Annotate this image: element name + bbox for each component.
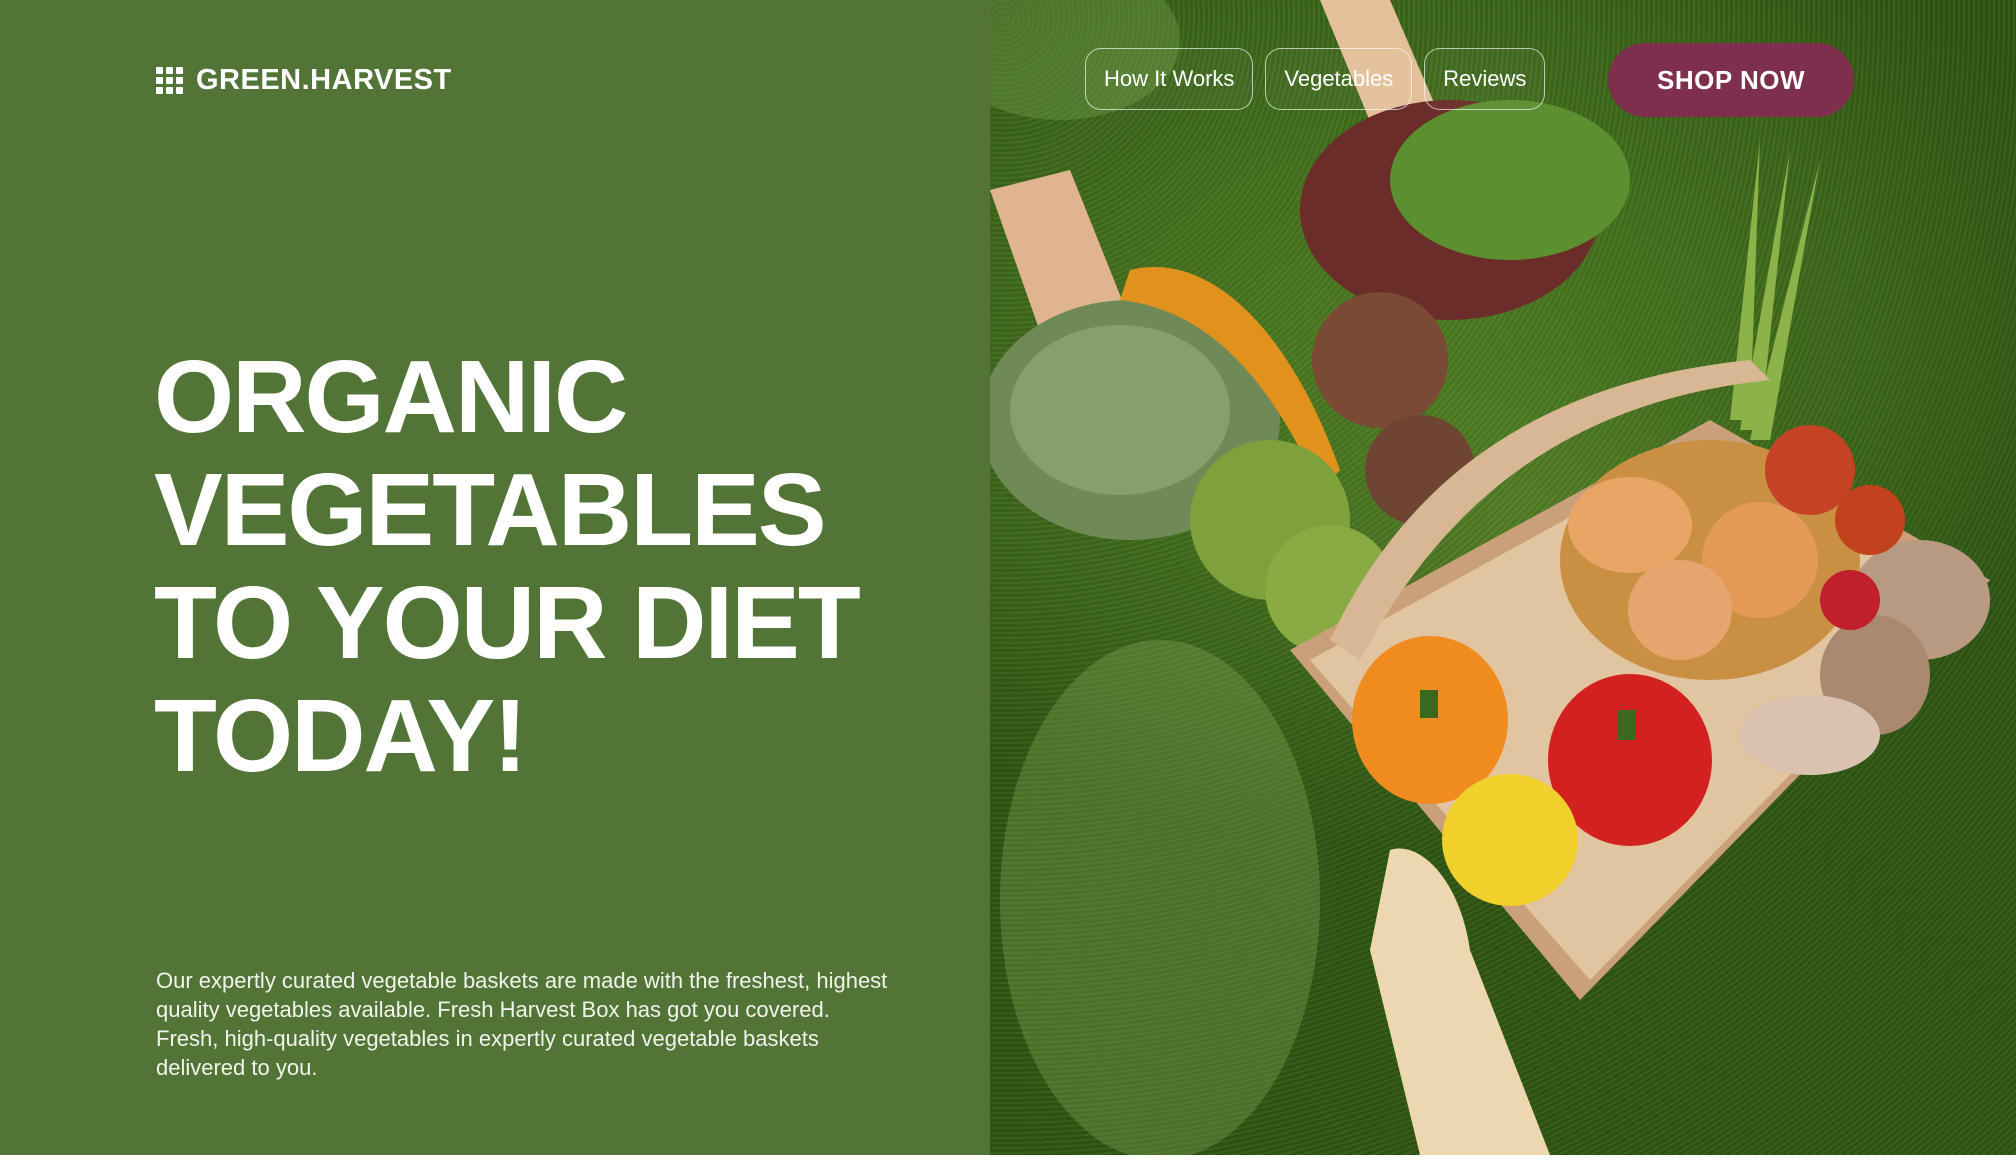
vegetable-basket-photo: [990, 0, 1990, 1155]
brand-name: GREEN.HARVEST: [196, 64, 452, 96]
grid-icon: [156, 66, 184, 95]
brand-logo[interactable]: GREEN.HARVEST: [156, 64, 452, 97]
hero-description: Our expertly curated vegetable baskets a…: [156, 968, 888, 1080]
headline-line: VEGETABLES: [154, 452, 827, 567]
nav-link-vegetables[interactable]: Vegetables: [1265, 48, 1413, 110]
hero-image-panel: [990, 0, 2016, 1155]
nav-link-how-it-works[interactable]: How It Works: [1085, 48, 1254, 110]
headline-line: TODAY!: [154, 678, 527, 793]
hero-text-panel: GREEN.HARVEST ORGANIC VEGETABLES TO YOUR…: [0, 0, 990, 1155]
top-nav: How It Works Vegetables Reviews: [1085, 48, 1546, 110]
hero-headline: ORGANIC VEGETABLES TO YOUR DIET TODAY!: [154, 340, 954, 792]
nav-link-reviews[interactable]: Reviews: [1424, 48, 1546, 110]
shop-now-button[interactable]: SHOP NOW: [1608, 43, 1854, 117]
headline-line: TO YOUR DIET: [154, 565, 861, 680]
headline-line: ORGANIC: [154, 339, 628, 454]
